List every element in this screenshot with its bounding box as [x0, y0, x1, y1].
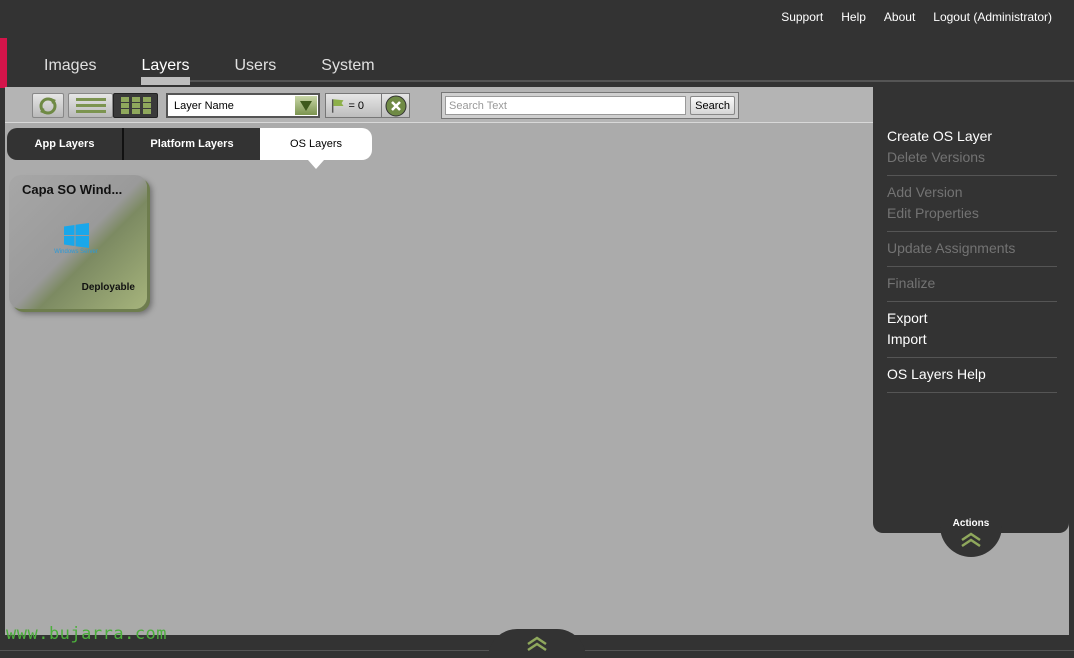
- header-divider: [190, 80, 1074, 82]
- flag-icon: [331, 98, 344, 113]
- delete-versions-action: Delete Versions: [887, 149, 986, 165]
- close-icon: [385, 95, 407, 116]
- action-group: Add Version Edit Properties: [887, 176, 1057, 232]
- flag-count: = 0: [348, 99, 365, 112]
- support-link[interactable]: Support: [781, 10, 823, 24]
- logout-link[interactable]: Logout (Administrator): [933, 10, 1052, 24]
- refresh-icon: [39, 97, 57, 114]
- double-chevron-up-icon: [961, 532, 981, 548]
- tab-platform-layers[interactable]: Platform Layers: [124, 128, 260, 160]
- tab-app-layers[interactable]: App Layers: [7, 128, 124, 160]
- action-group: Update Assignments: [887, 232, 1057, 267]
- status-badge: Deployable: [81, 282, 135, 293]
- grid-view-button[interactable]: [113, 93, 158, 118]
- action-group: OS Layers Help: [887, 358, 1057, 393]
- flag-filter[interactable]: = 0: [325, 93, 410, 118]
- edit-properties-action: Edit Properties: [887, 205, 979, 221]
- accent-bar: [0, 38, 7, 88]
- list-view-button[interactable]: [68, 93, 113, 118]
- top-links: Support Help About Logout (Administrator…: [781, 10, 1052, 24]
- logo-caption: Windows Server: [54, 249, 98, 255]
- sort-select[interactable]: Layer Name: [166, 93, 320, 118]
- os-layers-help-action[interactable]: OS Layers Help: [887, 364, 1057, 385]
- export-action[interactable]: Export: [887, 308, 1057, 329]
- sort-select-value: Layer Name: [174, 99, 234, 112]
- search-button[interactable]: Search: [690, 96, 735, 115]
- update-assignments-action: Update Assignments: [887, 240, 1016, 256]
- search-input[interactable]: [445, 96, 687, 115]
- refresh-button[interactable]: [32, 93, 64, 118]
- watermark: www.bujarra.com: [6, 624, 168, 644]
- grid-view-icon: [120, 97, 151, 114]
- action-group: Create OS Layer Delete Versions: [887, 120, 1057, 176]
- windows-logo-icon: Windows Server: [47, 223, 105, 263]
- app-header: Support Help About Logout (Administrator…: [0, 0, 1074, 88]
- os-layer-card[interactable]: Capa SO Wind... Windows Server Deployabl…: [9, 175, 147, 309]
- finalize-action: Finalize: [887, 275, 936, 291]
- clear-filter-button[interactable]: [381, 93, 409, 118]
- action-group: Export Import: [887, 302, 1057, 358]
- card-title: Capa SO Wind...: [22, 182, 123, 197]
- search-box: Search: [441, 92, 739, 119]
- double-chevron-up-icon: [527, 636, 547, 652]
- import-action[interactable]: Import: [887, 329, 1057, 350]
- tab-layers[interactable]: Layers: [141, 57, 190, 85]
- list-view-icon: [75, 97, 106, 113]
- tab-images[interactable]: Images: [44, 57, 96, 85]
- action-group: Finalize: [887, 267, 1057, 302]
- layer-type-tabs: App Layers Platform Layers OS Layers: [7, 128, 372, 169]
- bottom-panel-toggle[interactable]: [488, 629, 586, 658]
- add-version-action: Add Version: [887, 184, 963, 200]
- toolbar: Layer Name = 0 Search: [5, 87, 873, 123]
- actions-label: Actions: [952, 518, 990, 529]
- about-link[interactable]: About: [884, 10, 915, 24]
- create-os-layer-action[interactable]: Create OS Layer: [887, 126, 1057, 147]
- dropdown-arrow-icon[interactable]: [295, 96, 317, 115]
- actions-spacer: [873, 87, 1069, 120]
- help-link[interactable]: Help: [841, 10, 866, 24]
- tab-os-layers[interactable]: OS Layers: [260, 128, 372, 169]
- actions-panel: Create OS Layer Delete Versions Add Vers…: [873, 87, 1069, 557]
